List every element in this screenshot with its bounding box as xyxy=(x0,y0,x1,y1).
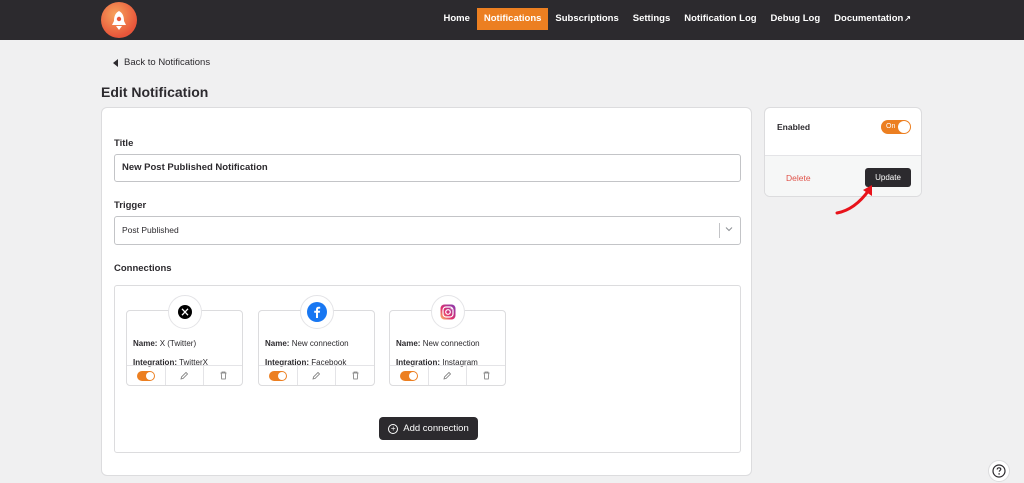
delete-connection-button[interactable] xyxy=(336,366,374,385)
delete-connection-button[interactable] xyxy=(204,366,242,385)
connection-actions xyxy=(390,365,505,385)
connection-actions xyxy=(127,365,242,385)
nav-home[interactable]: Home xyxy=(436,8,476,30)
enabled-row: Enabled On xyxy=(765,108,921,155)
top-bar: Home Notifications Subscriptions Setting… xyxy=(0,0,1024,40)
pencil-icon xyxy=(312,371,321,380)
nav-documentation[interactable]: Documentation↗ xyxy=(827,8,918,30)
external-link-icon: ↗ xyxy=(904,14,911,23)
help-button[interactable] xyxy=(988,460,1010,482)
connection-card-facebook: Name: New connection Integration: Facebo… xyxy=(258,295,375,386)
select-separator xyxy=(719,223,720,238)
instagram-icon xyxy=(431,295,465,329)
app-logo[interactable] xyxy=(101,2,137,38)
pencil-icon xyxy=(443,371,452,380)
edit-connection-button[interactable] xyxy=(166,366,205,385)
trash-icon xyxy=(352,371,359,380)
x-twitter-icon xyxy=(168,295,202,329)
title-label: Title xyxy=(114,138,134,149)
title-input[interactable]: New Post Published Notification xyxy=(114,154,741,182)
toggle-state-label: On xyxy=(886,123,896,130)
main-nav: Home Notifications Subscriptions Setting… xyxy=(436,8,918,30)
delete-link[interactable]: Delete xyxy=(786,173,811,183)
trigger-select[interactable]: Post Published xyxy=(114,216,741,245)
facebook-icon xyxy=(300,295,334,329)
connection-toggle[interactable] xyxy=(390,366,429,385)
annotation-arrow-icon xyxy=(835,185,872,215)
connection-actions xyxy=(259,365,374,385)
connection-card-twitter: Name: X (Twitter) Integration: TwitterX xyxy=(126,295,243,386)
back-link[interactable]: Back to Notifications xyxy=(113,57,210,68)
page-title: Edit Notification xyxy=(101,84,209,100)
add-connection-button[interactable]: + Add connection xyxy=(379,417,478,440)
edit-connection-button[interactable] xyxy=(298,366,337,385)
plus-circle-icon: + xyxy=(388,423,399,434)
toggle-switch-icon xyxy=(136,370,155,381)
caret-left-icon xyxy=(113,58,118,67)
trigger-label: Trigger xyxy=(114,200,147,211)
nav-subscriptions[interactable]: Subscriptions xyxy=(548,8,625,30)
notification-form-card: Title New Post Published Notification Tr… xyxy=(101,107,752,476)
connection-toggle[interactable] xyxy=(259,366,298,385)
connection-name: Name: X (Twitter) xyxy=(133,339,197,348)
add-connection-label: Add connection xyxy=(403,423,469,434)
connection-toggle[interactable] xyxy=(127,366,166,385)
trigger-selected-value: Post Published xyxy=(122,225,179,235)
connections-container: Name: X (Twitter) Integration: TwitterX xyxy=(114,285,741,453)
toggle-switch-icon xyxy=(399,370,418,381)
back-link-label: Back to Notifications xyxy=(124,57,211,68)
trash-icon xyxy=(220,371,227,380)
connection-name: Name: New connection xyxy=(265,339,349,348)
connection-card-instagram: Name: New connection Integration: Instag… xyxy=(389,295,506,386)
enabled-toggle[interactable]: On xyxy=(881,120,911,134)
pencil-icon xyxy=(180,371,189,380)
bell-rocket-icon xyxy=(112,11,126,30)
nav-notification-log[interactable]: Notification Log xyxy=(677,8,763,30)
toggle-switch-icon xyxy=(268,370,287,381)
nav-settings[interactable]: Settings xyxy=(626,8,677,30)
connection-name: Name: New connection xyxy=(396,339,480,348)
nav-documentation-label: Documentation xyxy=(834,13,904,24)
enabled-label: Enabled xyxy=(777,122,811,132)
edit-connection-button[interactable] xyxy=(429,366,468,385)
delete-connection-button[interactable] xyxy=(467,366,505,385)
connections-label: Connections xyxy=(114,263,172,274)
nav-notifications[interactable]: Notifications xyxy=(476,8,549,30)
trash-icon xyxy=(483,371,490,380)
nav-debug-log[interactable]: Debug Log xyxy=(764,8,828,30)
question-circle-icon xyxy=(992,464,1006,478)
chevron-down-icon xyxy=(725,227,733,232)
